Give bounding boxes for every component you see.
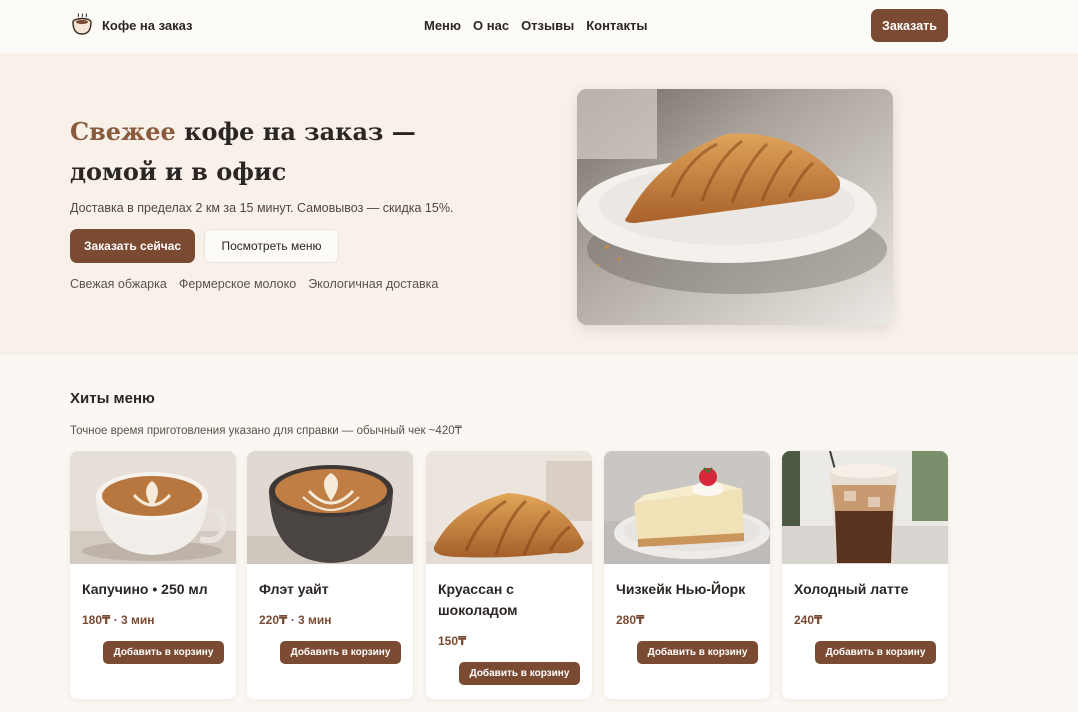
menu-item-price: 180₸ · 3 мин xyxy=(82,613,155,627)
croissant-image xyxy=(426,451,592,564)
flat-white-image xyxy=(247,451,413,564)
add-to-cart-button[interactable]: Добавить в корзину xyxy=(459,662,580,685)
feature-eco-delivery: Экологичная доставка xyxy=(308,277,439,291)
croissant-plate-image xyxy=(577,89,893,325)
add-to-cart-button[interactable]: Добавить в корзину xyxy=(637,641,758,664)
add-to-cart-button[interactable]: Добавить в корзину xyxy=(103,641,224,664)
nav-link-reviews[interactable]: Отзывы xyxy=(521,18,574,33)
cappuccino-image xyxy=(70,451,236,564)
iced-latte-image xyxy=(782,451,948,564)
menu-card-cappuccino: Капучино • 250 мл 180₸ · 3 мин Добавить … xyxy=(70,451,236,699)
nav-link-contacts[interactable]: Контакты xyxy=(586,18,647,33)
hero-features: Свежая обжарка Фермерское молоко Экологи… xyxy=(70,277,438,291)
menu-section-subtitle: Точное время приготовления указано для с… xyxy=(70,425,462,437)
menu-item-price: 280₸ xyxy=(616,613,645,627)
site-header: Кофе на заказ Меню О нас Отзывы Контакты… xyxy=(0,0,1078,53)
menu-card-iced-latte: Холодный латте 240₸ Добавить в корзину xyxy=(782,451,948,699)
nav-link-about[interactable]: О нас xyxy=(473,18,509,33)
menu-card-cheesecake: Чизкейк Нью-Йорк 280₸ Добавить в корзину xyxy=(604,451,770,699)
menu-item-name: Флэт уайт xyxy=(259,581,329,597)
menu-item-name: Круассан с шоколадом xyxy=(438,581,518,618)
menu-item-name: Чизкейк Нью-Йорк xyxy=(616,581,746,597)
hero-image xyxy=(577,89,893,325)
order-button-header[interactable]: Заказать xyxy=(871,9,948,42)
main-nav: Меню О нас Отзывы Контакты xyxy=(424,18,648,33)
hero-title: Свежее кофе на заказ — домой и в офис xyxy=(70,112,510,192)
view-menu-button[interactable]: Посмотреть меню xyxy=(204,229,339,263)
feature-farm-milk: Фермерское молоко xyxy=(178,277,297,291)
hero-title-accent: Свежее xyxy=(70,117,176,146)
coffee-cup-icon xyxy=(72,13,92,35)
logo[interactable]: Кофе на заказ xyxy=(70,13,193,37)
order-now-button[interactable]: Заказать сейчас xyxy=(70,229,195,263)
nav-link-menu[interactable]: Меню xyxy=(424,18,461,33)
hero-subtitle: Доставка в пределах 2 км за 15 минут. Са… xyxy=(70,201,454,215)
menu-item-price: 240₸ xyxy=(794,613,823,627)
menu-item-name: Холодный латте xyxy=(794,581,909,597)
menu-section-title: Хиты меню xyxy=(70,390,155,407)
cheesecake-image xyxy=(604,451,770,564)
menu-item-price: 220₸ · 3 мин xyxy=(259,613,332,627)
add-to-cart-button[interactable]: Добавить в корзину xyxy=(280,641,401,664)
add-to-cart-button[interactable]: Добавить в корзину xyxy=(815,641,936,664)
feature-fresh-roast: Свежая обжарка xyxy=(70,277,167,291)
menu-item-name: Капучино • 250 мл xyxy=(82,581,208,597)
menu-card-croissant: Круассан с шоколадом 150₸ Добавить в кор… xyxy=(426,451,592,699)
menu-item-price: 150₸ xyxy=(438,634,467,648)
menu-card-flat-white: Флэт уайт 220₸ · 3 мин Добавить в корзин… xyxy=(247,451,413,699)
brand-name: Кофе на заказ xyxy=(102,17,193,33)
